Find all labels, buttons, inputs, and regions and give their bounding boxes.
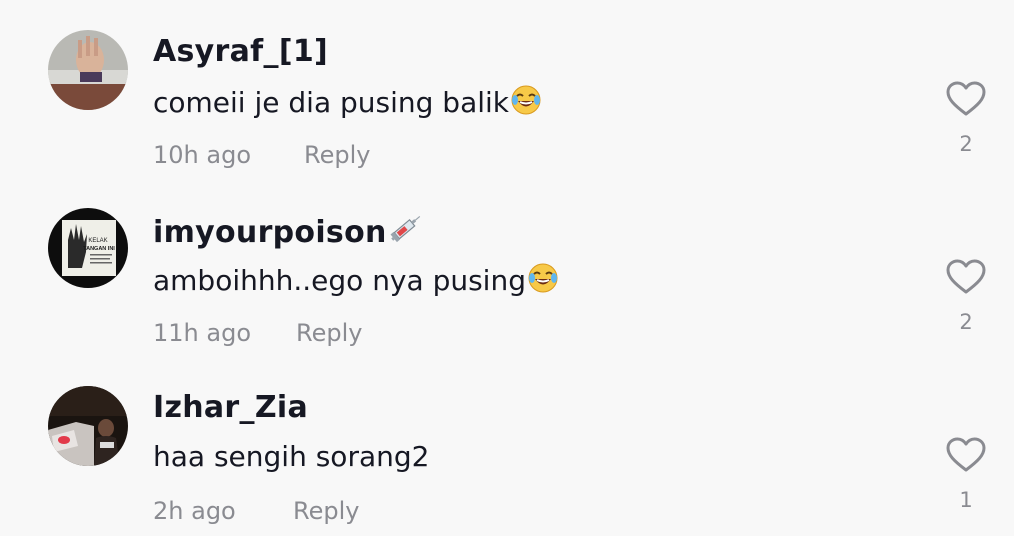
username[interactable]: Izhar_Zia <box>153 390 308 425</box>
timestamp: 11h ago <box>153 319 252 347</box>
comment-text-content: amboihhh..ego nya pusing <box>153 264 526 297</box>
comment-text-content: haa sengih sorang2 <box>153 440 430 473</box>
reply-button[interactable]: Reply <box>304 141 370 169</box>
username-text: imyourpoison <box>153 215 387 250</box>
heart-icon <box>946 81 986 116</box>
svg-text:KELAK: KELAK <box>88 238 107 244</box>
comment-item: KELAK TANGAN INI imyourpoison amboihhh..… <box>0 178 1014 356</box>
like-button[interactable] <box>946 81 986 117</box>
comment-list: Asyraf_[1] comeii je dia pusing balik 10… <box>0 0 1014 536</box>
laughing-tears-icon <box>527 262 559 301</box>
avatar[interactable] <box>48 386 128 466</box>
comment-item: Izhar_Zia haa sengih sorang2 2h ago Repl… <box>0 356 1014 534</box>
timestamp: 2h ago <box>153 497 236 525</box>
heart-icon <box>946 437 986 472</box>
avatar[interactable] <box>48 30 128 110</box>
comment-item: Asyraf_[1] comeii je dia pusing balik 10… <box>0 0 1014 178</box>
comment-text: comeii je dia pusing balik <box>153 84 542 123</box>
avatar[interactable]: KELAK TANGAN INI <box>48 208 128 288</box>
comment-text: amboihhh..ego nya pusing <box>153 262 559 301</box>
timestamp: 10h ago <box>153 141 252 169</box>
syringe-icon <box>388 212 424 252</box>
reply-button[interactable]: Reply <box>296 319 362 347</box>
like-button[interactable] <box>946 437 986 473</box>
heart-icon <box>946 259 986 294</box>
like-count: 1 <box>959 488 973 512</box>
reply-button[interactable]: Reply <box>293 497 359 525</box>
like-count: 2 <box>959 132 973 156</box>
laughing-tears-icon <box>510 84 542 123</box>
comment-text-content: comeii je dia pusing balik <box>153 86 510 119</box>
comment-text: haa sengih sorang2 <box>153 440 429 473</box>
like-count: 2 <box>959 310 973 334</box>
username[interactable]: Asyraf_[1] <box>153 34 328 69</box>
like-button[interactable] <box>946 259 986 295</box>
svg-text:TANGAN INI: TANGAN INI <box>83 246 115 252</box>
username[interactable]: imyourpoison <box>153 212 424 252</box>
